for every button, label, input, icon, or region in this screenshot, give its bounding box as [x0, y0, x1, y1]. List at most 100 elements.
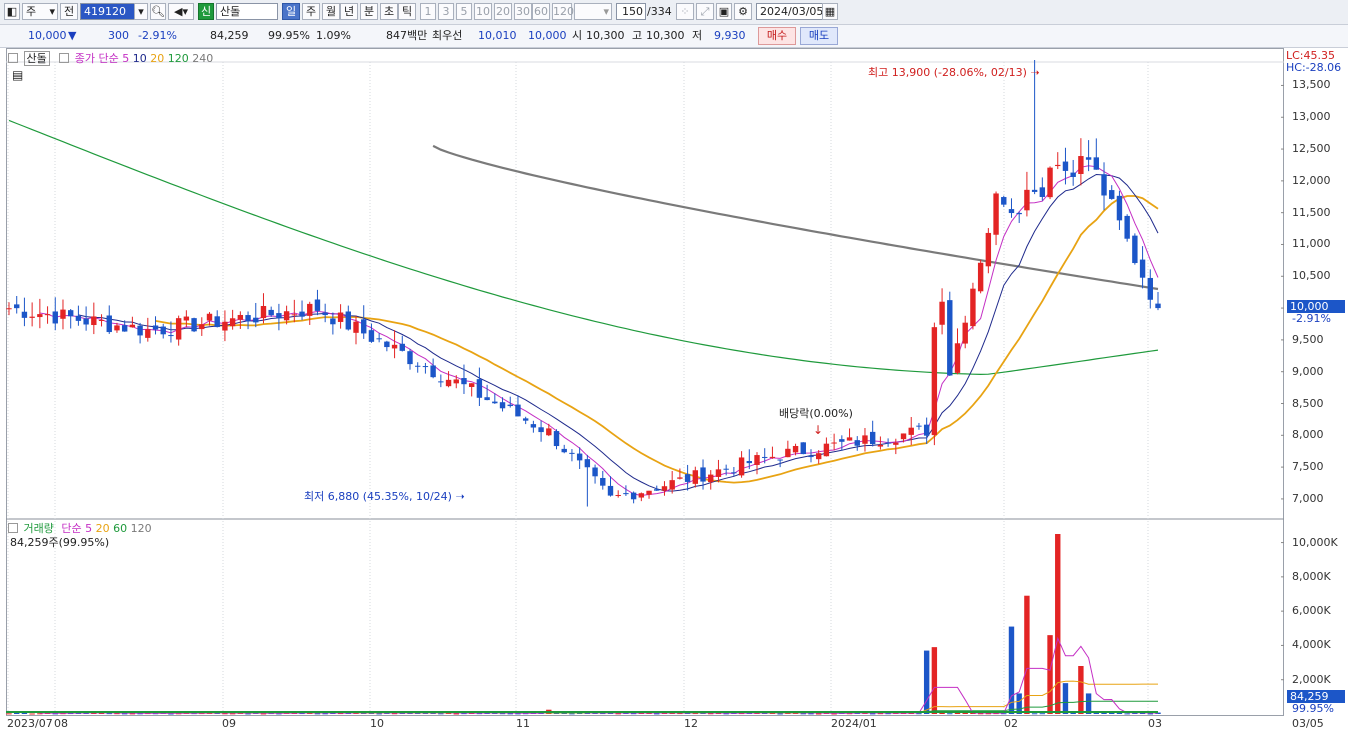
price-y-tick: 13,000	[1292, 110, 1331, 124]
interval-10-button[interactable]: 10	[474, 3, 492, 20]
candle-body	[623, 493, 629, 495]
dividend-annotation: 배당락(0.00%)	[779, 407, 853, 420]
interval-120-button[interactable]: 120	[552, 3, 574, 20]
panel-box-icon[interactable]	[59, 53, 70, 63]
interval-dropdown[interactable]: ▾	[574, 3, 612, 20]
period-week-button[interactable]: 주	[302, 3, 320, 20]
grid-icon[interactable]: ⁘	[676, 3, 694, 20]
candle-body	[908, 427, 914, 435]
gear-icon[interactable]: ⚙	[734, 3, 752, 20]
volume-y-tick: 4,000K	[1292, 638, 1331, 652]
candle-body	[638, 493, 645, 498]
period-second-button[interactable]: 초	[380, 3, 398, 20]
sell-button[interactable]: 매도	[800, 27, 838, 45]
candle-body	[1047, 167, 1053, 198]
x-label-12: 12	[684, 717, 698, 730]
candle-body	[561, 448, 567, 453]
layout-icon[interactable]: ◧	[4, 3, 20, 20]
speaker-icon[interactable]: ◀▾	[168, 3, 194, 20]
search-icon[interactable]: 🔍︎	[150, 3, 166, 20]
volume-bar	[376, 713, 382, 715]
candle-body	[461, 378, 467, 385]
candle-body	[484, 397, 490, 401]
type-select[interactable]: 주 ▾	[22, 3, 58, 20]
candle-body	[6, 308, 12, 310]
candle-body	[507, 404, 513, 407]
candle-body	[684, 474, 691, 482]
calendar-icon[interactable]: ▦	[822, 3, 838, 20]
candle-body	[199, 324, 205, 330]
price-y-tick: 13,500	[1292, 78, 1331, 92]
candle-body	[823, 443, 830, 457]
candle-body	[1147, 277, 1153, 300]
candle-body	[1078, 156, 1084, 174]
candle-body	[345, 311, 352, 330]
save-icon[interactable]: ▣	[716, 3, 732, 20]
stock-chart-svg[interactable]	[6, 48, 1284, 716]
price-y-tick: 7,000	[1292, 491, 1324, 505]
candle-body	[923, 424, 930, 436]
count-input[interactable]: 150	[616, 3, 646, 20]
candle-body	[214, 316, 220, 328]
candle-body	[1093, 157, 1100, 170]
vol-ma60-legend: 60	[113, 522, 128, 535]
period-minute-button[interactable]: 분	[360, 3, 378, 20]
candle-body	[137, 325, 143, 336]
high-label: 고	[632, 29, 643, 42]
x-label-2024-01: 2024/01	[831, 717, 877, 730]
candle-body	[777, 459, 783, 461]
interval-5-button[interactable]: 5	[456, 3, 472, 20]
candle-body	[1139, 259, 1146, 278]
candle-body	[515, 404, 521, 417]
chart-area[interactable]	[6, 48, 1284, 716]
volume-y-tick: 6,000K	[1292, 604, 1331, 618]
list-icon[interactable]: ▤	[12, 68, 23, 82]
volume-bar	[1101, 712, 1107, 714]
interval-3-button[interactable]: 3	[438, 3, 454, 20]
panel-box-icon[interactable]	[8, 53, 18, 63]
candle-body	[314, 299, 321, 311]
price-y-tick: 7,500	[1292, 460, 1324, 474]
period-day-button[interactable]: 일	[282, 3, 300, 20]
volume-bar	[777, 713, 783, 715]
x-label-2023-07: 2023/07	[7, 717, 53, 730]
price-panel-header: 산돌 종가 단순 5 10 20 120 240	[8, 50, 213, 66]
interval-1-button[interactable]: 1	[420, 3, 436, 20]
x-label-03: 03	[1148, 717, 1162, 730]
volume-bar	[947, 713, 953, 715]
candle-body	[307, 303, 313, 316]
panel-box-icon[interactable]	[8, 523, 18, 533]
ma240-legend: 240	[192, 52, 214, 65]
volume-bar	[808, 713, 814, 715]
stock-name-tag[interactable]: 산돌	[23, 51, 50, 66]
candle-body	[954, 343, 961, 373]
candle-body	[1024, 189, 1030, 211]
candle-body	[993, 193, 999, 235]
candle-body	[391, 344, 398, 349]
candle-body	[1085, 157, 1092, 160]
candle-body	[415, 365, 421, 367]
turnover-rate: 1.09%	[316, 29, 351, 42]
period-tick-button[interactable]: 틱	[398, 3, 416, 20]
chevron-down-icon: ▾	[603, 5, 609, 18]
vol-ma20-line	[155, 680, 1158, 714]
candle-body	[152, 325, 159, 330]
candle-body	[291, 314, 298, 316]
market-button[interactable]: 전	[60, 3, 78, 20]
interval-60-button[interactable]: 60	[532, 3, 550, 20]
volume-bar	[1062, 683, 1069, 714]
stock-name-field[interactable]: 산돌	[216, 3, 278, 20]
candle-body	[862, 435, 868, 444]
draw-line-icon[interactable]: ⤢	[696, 3, 714, 20]
volume-bar	[6, 713, 12, 715]
candle-body	[939, 301, 945, 325]
volume-info: 84,259주(99.95%)	[10, 536, 110, 549]
chevron-down-icon[interactable]: ▾	[134, 3, 148, 20]
interval-20-button[interactable]: 20	[494, 3, 512, 20]
buy-button[interactable]: 매수	[758, 27, 796, 45]
period-year-button[interactable]: 년	[340, 3, 358, 20]
interval-30-button[interactable]: 30	[514, 3, 532, 20]
price-legend-prefix: 종가 단순	[74, 52, 119, 65]
period-month-button[interactable]: 월	[322, 3, 340, 20]
candle-body	[553, 431, 560, 447]
